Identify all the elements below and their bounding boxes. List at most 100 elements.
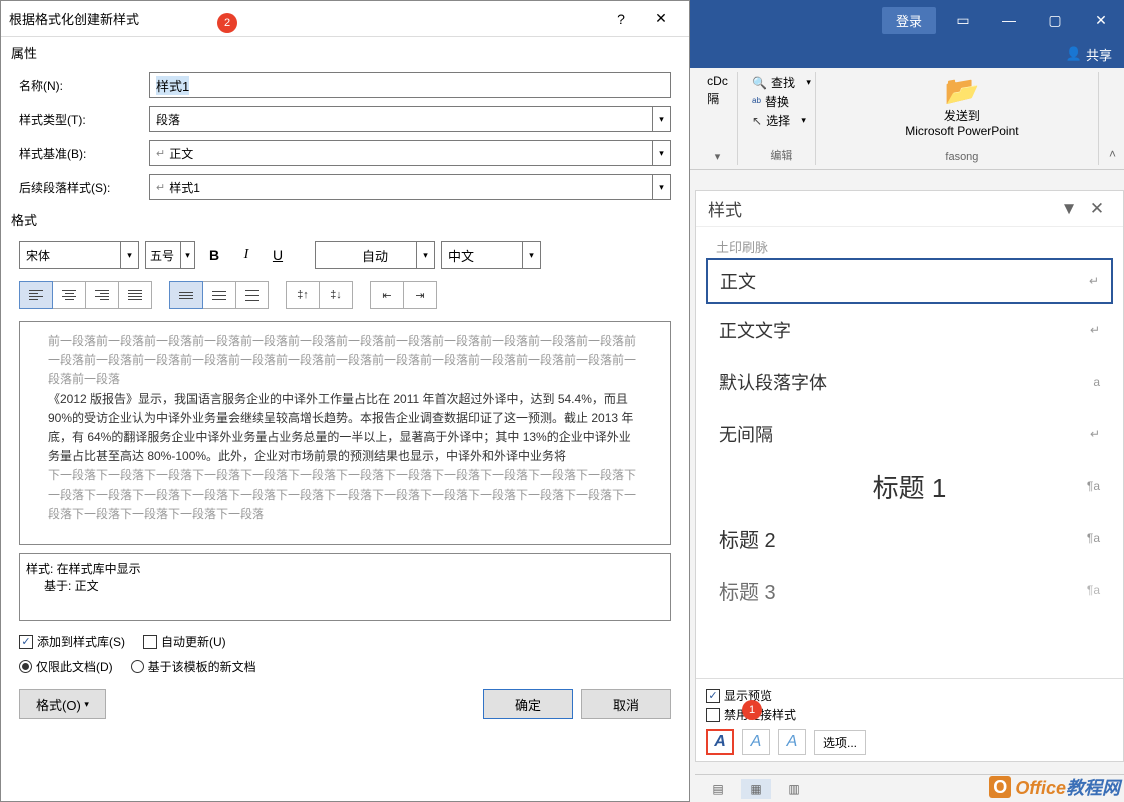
fasong-group-label: fasong	[945, 151, 978, 163]
downbtn-icon[interactable]: ▾	[715, 150, 721, 163]
align-center-button[interactable]	[52, 281, 86, 309]
chevron-down-icon[interactable]: ▾	[652, 175, 670, 199]
ribbon: cDc 隔 ▾ 🔍查找 ▾ ᵃᵇ替换 ↖选择 ▾ 编辑 📂 发送到 Micros…	[690, 68, 1124, 170]
desc-line2: 基于: 正文	[26, 577, 664, 594]
properties-header: 属性	[1, 37, 689, 68]
annotation-badge-2: 2	[217, 13, 237, 33]
styles-pane-footer: ✓显示预览 禁用链接样式 A A A 选项...	[696, 678, 1123, 761]
spacing-vert-group: ‡↑ ‡↓	[286, 281, 352, 309]
space-before-dec-button[interactable]: ‡↓	[319, 281, 353, 309]
login-button[interactable]: 登录	[882, 7, 936, 34]
dialog-titlebar: 根据格式化创建新样式 ? ✕	[1, 1, 689, 37]
chevron-down-icon[interactable]: ▾	[652, 141, 670, 165]
close-button[interactable]: ✕	[641, 4, 681, 34]
share-icon: 👤	[1066, 46, 1082, 62]
pane-dropdown-icon[interactable]: ▼	[1055, 199, 1083, 219]
find-button[interactable]: 🔍查找 ▾	[752, 74, 811, 91]
indent-dec-button[interactable]: ⇤	[370, 281, 404, 309]
style-item-normal[interactable]: 正文↵	[706, 258, 1113, 304]
template-radio[interactable]: 基于该模板的新文档	[131, 658, 256, 675]
cancel-button[interactable]: 取消	[581, 689, 671, 719]
name-input[interactable]: 样式1	[149, 72, 671, 98]
preview-body-text: 《2012 版报告》显示，我国语言服务企业的中译外工作量占比在 2011 年首次…	[48, 390, 642, 467]
type-combo[interactable]: 段落▾	[149, 106, 671, 132]
linespacing-group	[169, 281, 268, 309]
language-combo[interactable]: 中文▾	[441, 241, 541, 269]
preview-pane: 前一段落前一段落前一段落前一段落前一段落前一段落前一段落前一段落前一段落前一段落…	[19, 321, 671, 545]
linespacing-2-button[interactable]	[235, 281, 269, 309]
manage-styles-button[interactable]: A	[778, 729, 806, 755]
doc-only-radio[interactable]: 仅限此文档(D)	[19, 658, 113, 675]
collapse-ribbon-icon[interactable]: ˄	[1109, 147, 1116, 161]
size-combo[interactable]: 五号▾	[145, 241, 195, 269]
format-header: 格式	[1, 204, 689, 235]
add-to-gallery-checkbox[interactable]: ✓添加到样式库(S)	[19, 633, 125, 650]
linespacing-1-button[interactable]	[169, 281, 203, 309]
help-button[interactable]: ?	[601, 4, 641, 34]
pane-close-icon[interactable]: ✕	[1083, 199, 1111, 219]
font-color-combo[interactable]: 自动▾	[315, 241, 435, 269]
style-item-defaultfont[interactable]: 默认段落字体a	[706, 356, 1113, 408]
font-combo[interactable]: 宋体▾	[19, 241, 139, 269]
style-item-heading3[interactable]: 标题 3¶a	[706, 564, 1113, 616]
chevron-down-icon[interactable]: ▾	[522, 242, 540, 268]
type-label: 样式类型(T):	[19, 111, 139, 128]
desc-line1: 样式: 在样式库中显示	[26, 560, 664, 577]
align-justify-button[interactable]	[118, 281, 152, 309]
select-button[interactable]: ↖选择 ▾	[752, 112, 806, 129]
name-label: 名称(N):	[19, 77, 139, 94]
read-mode-button[interactable]: ▤	[703, 779, 733, 799]
indent-group: ⇤ ⇥	[370, 281, 436, 309]
truncated-item: 土印刷脉	[706, 235, 1113, 258]
style-list: 土印刷脉 正文↵ 正文文字↵ 默认段落字体a 无间隔↵ 标题 1¶a 标题 2¶…	[696, 227, 1123, 624]
next-label: 后续段落样式(S):	[19, 179, 139, 196]
chevron-down-icon[interactable]: ▾	[180, 242, 194, 268]
maximize-button[interactable]: ▢	[1032, 0, 1078, 40]
minimize-button[interactable]: —	[986, 0, 1032, 40]
indent-inc-button[interactable]: ⇥	[403, 281, 437, 309]
ribbon-options-button[interactable]: ▭	[940, 0, 986, 40]
chevron-down-icon[interactable]: ▾	[416, 242, 434, 268]
disable-linked-checkbox[interactable]: 禁用链接样式	[706, 706, 1113, 723]
chevron-down-icon[interactable]: ▾	[652, 107, 670, 131]
titlebar: 登录 ▭ — ▢ ✕	[690, 0, 1124, 40]
style-item-bodytext[interactable]: 正文文字↵	[706, 304, 1113, 356]
create-style-dialog: 根据格式化创建新样式 ? ✕ 2 属性 名称(N): 样式1 样式类型(T): …	[0, 0, 690, 802]
style-item-heading1[interactable]: 标题 1¶a	[706, 460, 1113, 512]
based-label: 样式基准(B):	[19, 145, 139, 162]
style-item-heading2[interactable]: 标题 2¶a	[706, 512, 1113, 564]
chevron-down-icon[interactable]: ▾	[120, 242, 138, 268]
format-menu-button[interactable]: 格式(O) ▾	[19, 689, 106, 719]
folder-send-icon: 📂	[905, 74, 1018, 107]
share-button[interactable]: 共享	[1086, 45, 1112, 64]
space-before-inc-button[interactable]: ‡↑	[286, 281, 320, 309]
replace-button[interactable]: ᵃᵇ替换	[752, 93, 789, 110]
print-layout-button[interactable]: ▦	[741, 779, 771, 799]
new-style-button[interactable]: A	[706, 729, 734, 755]
underline-button[interactable]: U	[265, 242, 291, 268]
align-left-button[interactable]	[19, 281, 53, 309]
window-close-button[interactable]: ✕	[1078, 0, 1124, 40]
partial-label-2: 隔	[707, 90, 719, 107]
auto-update-checkbox[interactable]: 自动更新(U)	[143, 633, 226, 650]
next-combo[interactable]: ↵样式1▾	[149, 174, 671, 200]
style-inspector-button[interactable]: A	[742, 729, 770, 755]
preview-after-text: 下一段落下一段落下一段落下一段落下一段落下一段落下一段落下一段落下一段落下一段落…	[48, 466, 642, 524]
partial-label: cDc	[707, 74, 728, 88]
show-preview-checkbox[interactable]: ✓显示预览	[706, 687, 1113, 704]
ok-button[interactable]: 确定	[483, 689, 573, 719]
styles-pane-title: 样式	[708, 196, 742, 221]
watermark-logo: O Office教程网	[989, 774, 1120, 800]
bold-button[interactable]: B	[201, 242, 227, 268]
styles-pane: 样式 ▼ ✕ 土印刷脉 正文↵ 正文文字↵ 默认段落字体a 无间隔↵ 标题 1¶…	[695, 190, 1124, 762]
based-combo[interactable]: ↵正文▾	[149, 140, 671, 166]
sendto-button[interactable]: 📂 发送到 Microsoft PowerPoint	[905, 74, 1018, 138]
style-item-nospacing[interactable]: 无间隔↵	[706, 408, 1113, 460]
italic-button[interactable]: I	[233, 242, 259, 268]
linespacing-15-button[interactable]	[202, 281, 236, 309]
styles-options-button[interactable]: 选项...	[814, 730, 866, 755]
annotation-badge-1: 1	[742, 700, 762, 720]
web-layout-button[interactable]: ▥	[779, 779, 809, 799]
style-description: 样式: 在样式库中显示 基于: 正文	[19, 553, 671, 621]
align-right-button[interactable]	[85, 281, 119, 309]
